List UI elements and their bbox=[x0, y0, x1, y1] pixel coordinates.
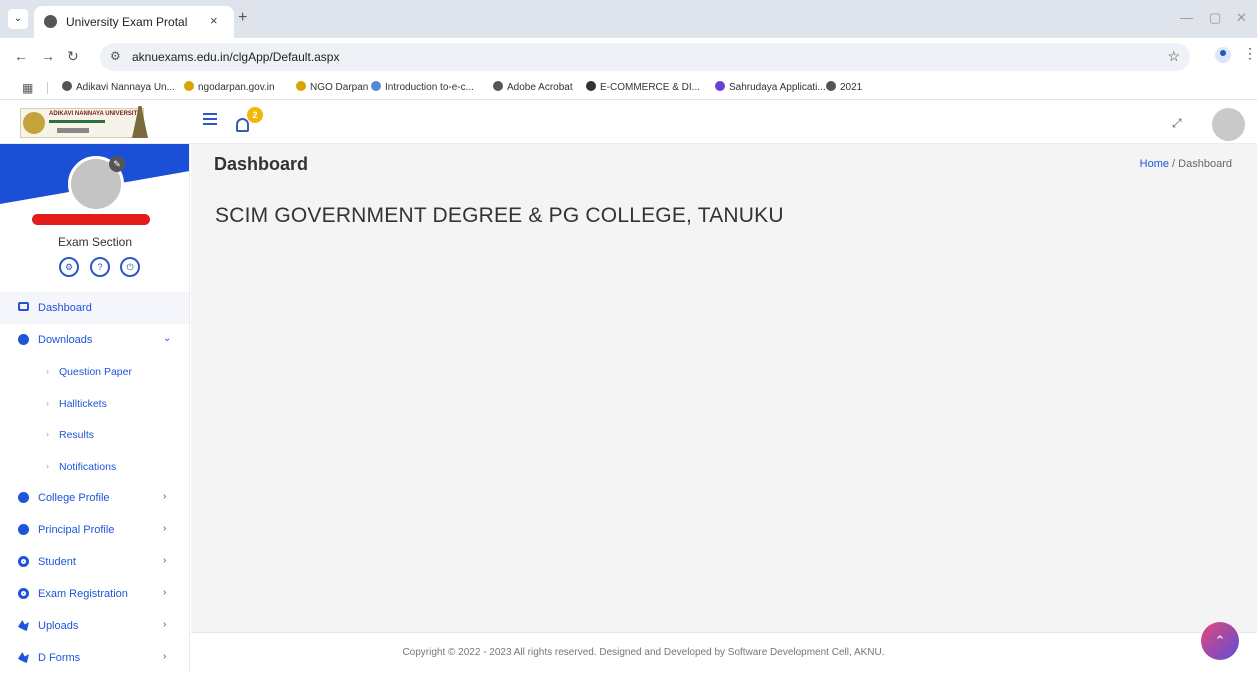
sidebar-item-dashboard[interactable]: Dashboard bbox=[0, 292, 189, 324]
bookmarks-separator bbox=[47, 82, 48, 94]
close-window-icon[interactable]: ✕ bbox=[1236, 10, 1247, 26]
apps-icon[interactable]: ▦ bbox=[22, 81, 33, 95]
bookmark-star-icon[interactable]: ☆ bbox=[1167, 48, 1180, 65]
minimize-icon[interactable]: — bbox=[1180, 10, 1193, 25]
bell-icon[interactable] bbox=[236, 118, 249, 132]
college-name: SCIM GOVERNMENT DEGREE & PG COLLEGE, TAN… bbox=[215, 204, 784, 227]
bookmark-item[interactable]: E-COMMERCE & DI... bbox=[586, 81, 700, 93]
monitor-icon bbox=[18, 302, 29, 311]
bookmark-favicon bbox=[62, 81, 72, 91]
reload-icon[interactable]: ↻ bbox=[67, 48, 79, 65]
more-menu-icon[interactable]: ⋮ bbox=[1243, 45, 1257, 62]
sidebar-subitem-results[interactable]: › Results bbox=[0, 419, 189, 451]
url-text: aknuexams.edu.in/clgApp/Default.aspx bbox=[132, 50, 340, 64]
chevron-right-icon: › bbox=[163, 619, 167, 630]
circle-icon bbox=[18, 588, 29, 599]
chevron-right-icon: › bbox=[163, 491, 167, 502]
restore-icon[interactable]: ▢ bbox=[1209, 10, 1221, 26]
share-icon bbox=[18, 652, 29, 663]
sidebar-item-exam-registration[interactable]: Exam Registration › bbox=[0, 578, 189, 610]
user-avatar[interactable] bbox=[1212, 108, 1245, 141]
chevron-right-icon: › bbox=[163, 587, 167, 598]
url-field[interactable]: ⚙ aknuexams.edu.in/clgApp/Default.aspx ☆ bbox=[100, 43, 1190, 71]
footer: Copyright © 2022 - 2023 All rights reser… bbox=[191, 632, 1257, 673]
page-title: Dashboard bbox=[214, 154, 309, 174]
pie-icon bbox=[18, 492, 29, 503]
share-icon bbox=[18, 620, 29, 631]
bookmark-item[interactable]: Adikavi Nannaya Un... bbox=[62, 81, 175, 93]
help-icon[interactable]: ? bbox=[90, 257, 110, 277]
notification-badge: 2 bbox=[247, 107, 263, 123]
university-logo[interactable]: ADIKAVI NANNAYA UNIVERSITY bbox=[20, 108, 144, 138]
bookmark-item[interactable]: Adobe Acrobat bbox=[493, 81, 573, 93]
sidebar: ✎ Exam Section ⚙ ? ⏻ Dashboard Downloads… bbox=[0, 144, 190, 673]
tab-search-button[interactable]: ⌄ bbox=[8, 9, 28, 29]
redacted-username bbox=[32, 214, 150, 225]
back-icon[interactable]: ← bbox=[14, 48, 28, 64]
sidebar-item-downloads[interactable]: Downloads ⌄ bbox=[0, 324, 189, 356]
sidebar-item-student[interactable]: Student › bbox=[0, 546, 189, 578]
forward-icon[interactable]: → bbox=[41, 48, 55, 64]
power-icon[interactable]: ⏻ bbox=[120, 257, 140, 277]
edit-profile-icon[interactable]: ✎ bbox=[109, 156, 125, 172]
sidebar-subitem-notifications[interactable]: › Notifications bbox=[0, 451, 189, 483]
sidebar-subitem-halltickets[interactable]: › Halltickets bbox=[0, 388, 189, 420]
address-bar-row: ← → ↻ ⚙ aknuexams.edu.in/clgApp/Default.… bbox=[0, 38, 1257, 76]
sidebar-item-d-forms[interactable]: D Forms › bbox=[0, 642, 189, 673]
sidebar-item-uploads[interactable]: Uploads › bbox=[0, 610, 189, 642]
chevron-right-icon: › bbox=[163, 523, 167, 534]
sidebar-nav: Dashboard Downloads ⌄ › Question Paper ›… bbox=[0, 292, 189, 673]
site-settings-icon[interactable]: ⚙ bbox=[110, 49, 121, 63]
browser-tab-bar: ⌄ University Exam Protal × + — ▢ ✕ bbox=[0, 0, 1257, 38]
fullscreen-icon[interactable]: ⤢ bbox=[1172, 116, 1182, 131]
pie-icon bbox=[18, 334, 29, 345]
bookmark-item[interactable]: NGO Darpan bbox=[296, 81, 368, 93]
browser-tab[interactable]: University Exam Protal × bbox=[34, 6, 234, 38]
sidebar-item-college-profile[interactable]: College Profile › bbox=[0, 482, 189, 514]
breadcrumb-current: Dashboard bbox=[1178, 158, 1232, 170]
new-tab-button[interactable]: + bbox=[238, 9, 247, 27]
bookmark-item[interactable]: 2021 bbox=[826, 81, 862, 93]
bookmark-item[interactable]: Introduction to-e-c... bbox=[371, 81, 474, 93]
bookmark-item[interactable]: ngodarpan.gov.in bbox=[184, 81, 275, 93]
circle-icon bbox=[18, 556, 29, 567]
tab-title: University Exam Protal bbox=[66, 15, 188, 29]
bookmark-item[interactable]: Sahrudaya Applicati... bbox=[715, 81, 826, 93]
sidebar-item-principal-profile[interactable]: Principal Profile › bbox=[0, 514, 189, 546]
chevron-right-icon: › bbox=[163, 651, 167, 662]
scroll-to-top-button[interactable]: ⌃ bbox=[1201, 622, 1239, 660]
chevron-down-icon: ⌄ bbox=[163, 333, 172, 344]
footer-copyright: Copyright © 2022 - 2023 All rights reser… bbox=[402, 647, 885, 658]
breadcrumb: Home / Dashboard bbox=[1140, 158, 1232, 170]
chevron-right-icon: › bbox=[163, 555, 167, 566]
main-content: Dashboard Home / Dashboard SCIM GOVERNME… bbox=[191, 144, 1257, 673]
breadcrumb-separator: / bbox=[1169, 158, 1179, 170]
profile-icon[interactable] bbox=[1215, 47, 1231, 63]
logo-text: ADIKAVI NANNAYA UNIVERSITY bbox=[49, 111, 142, 117]
seal-icon bbox=[23, 112, 45, 134]
hamburger-menu-icon[interactable] bbox=[203, 113, 217, 125]
breadcrumb-home-link[interactable]: Home bbox=[1140, 158, 1169, 170]
settings-icon[interactable]: ⚙ bbox=[59, 257, 79, 277]
bookmarks-bar: ▦ Adikavi Nannaya Un... ngodarpan.gov.in… bbox=[0, 76, 1257, 100]
tab-close-icon[interactable]: × bbox=[210, 13, 218, 28]
sidebar-subitem-question-paper[interactable]: › Question Paper bbox=[0, 356, 189, 388]
globe-icon bbox=[44, 15, 57, 28]
pie-icon bbox=[18, 524, 29, 535]
app-header: ADIKAVI NANNAYA UNIVERSITY bbox=[0, 100, 1257, 144]
user-role: Exam Section bbox=[57, 235, 133, 249]
